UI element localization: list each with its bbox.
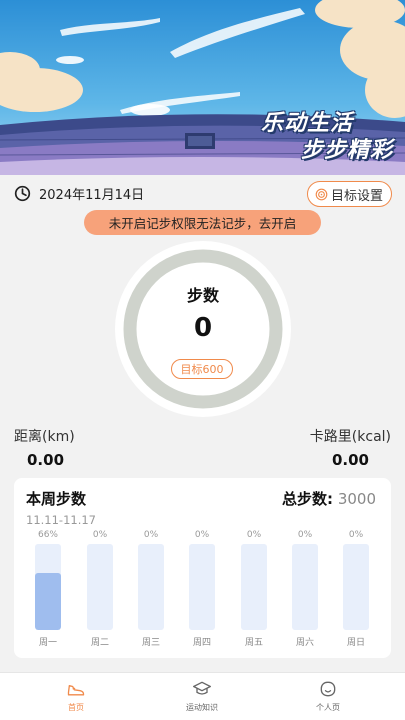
bar-percent: 0% — [143, 530, 159, 540]
bar-track — [87, 544, 113, 630]
bar-percent: 0% — [246, 530, 262, 540]
bar-track — [35, 544, 61, 630]
tab-home[interactable]: 首页 — [36, 679, 116, 713]
bar-percent: 0% — [348, 530, 364, 540]
weekly-total-label: 总步数: — [282, 490, 334, 508]
calories-value: 0.00 — [331, 451, 369, 469]
bar-track — [189, 544, 215, 630]
bar-percent: 66% — [37, 530, 58, 540]
bar-track — [343, 544, 369, 630]
calories-label: 卡路里(kcal) — [309, 429, 391, 445]
goal-settings-label: 目标设置 — [330, 188, 383, 204]
graduation-cap-icon — [193, 681, 211, 695]
bar-day-label: 周一 — [38, 638, 57, 648]
bar-day-label: 周三 — [141, 638, 160, 648]
tab-home-label: 首页 — [68, 703, 84, 712]
bar-day-label: 周日 — [346, 638, 365, 648]
distance-value: 0.00 — [27, 451, 65, 469]
bar-day-label: 周四 — [192, 638, 211, 648]
bar-track — [292, 544, 318, 630]
bar-fill — [35, 573, 61, 630]
steps-count: 0 — [193, 313, 213, 343]
target-icon — [315, 188, 328, 200]
weekly-total: 总步数: 3000 — [282, 488, 376, 509]
tab-profile[interactable]: 个人页 — [288, 679, 368, 713]
shoe-icon — [67, 685, 85, 696]
bar-track — [241, 544, 267, 630]
bar-day-label: 周六 — [295, 638, 314, 648]
bar-percent: 0% — [297, 530, 313, 540]
tab-profile-label: 个人页 — [316, 703, 340, 712]
bottom-tab-bar: 首页 运动知识 个人页 — [0, 672, 405, 720]
steps-goal-badge: 目标600 — [171, 359, 233, 379]
face-icon — [320, 681, 336, 697]
steps-title: 步数 — [186, 286, 219, 305]
weekly-date-range: 11.11-11.17 — [26, 513, 96, 527]
bar-track — [138, 544, 164, 630]
bar-percent: 0% — [92, 530, 108, 540]
tab-knowledge[interactable]: 运动知识 — [162, 679, 242, 713]
bar-day-label: 周五 — [244, 638, 263, 648]
current-date: 2024年11月14日 — [39, 188, 145, 203]
goal-settings-button[interactable]: 目标设置 — [306, 181, 392, 207]
weekly-steps-card: 本周步数 总步数: 3000 11.11-11.17 66% 周一 0% 周二 … — [14, 478, 391, 658]
bar-percent: 0% — [194, 530, 210, 540]
distance-label: 距离(km) — [14, 429, 75, 445]
weekly-total-value: 3000 — [337, 490, 376, 508]
tab-knowledge-label: 运动知识 — [186, 703, 218, 712]
hero-slogan-line2: 步步精彩 — [300, 138, 393, 163]
date-row: 2024年11月14日 — [14, 184, 144, 203]
bar-day-label: 周二 — [90, 638, 109, 648]
clock-icon — [14, 185, 31, 202]
weekly-title: 本周步数 — [26, 490, 87, 508]
steps-ring: 步数 0 目标600 — [113, 239, 293, 419]
step-permission-banner[interactable]: 未开启记步权限无法记步，去开启 — [84, 210, 321, 235]
hero-banner: 乐动生活 步步精彩 — [0, 0, 405, 175]
